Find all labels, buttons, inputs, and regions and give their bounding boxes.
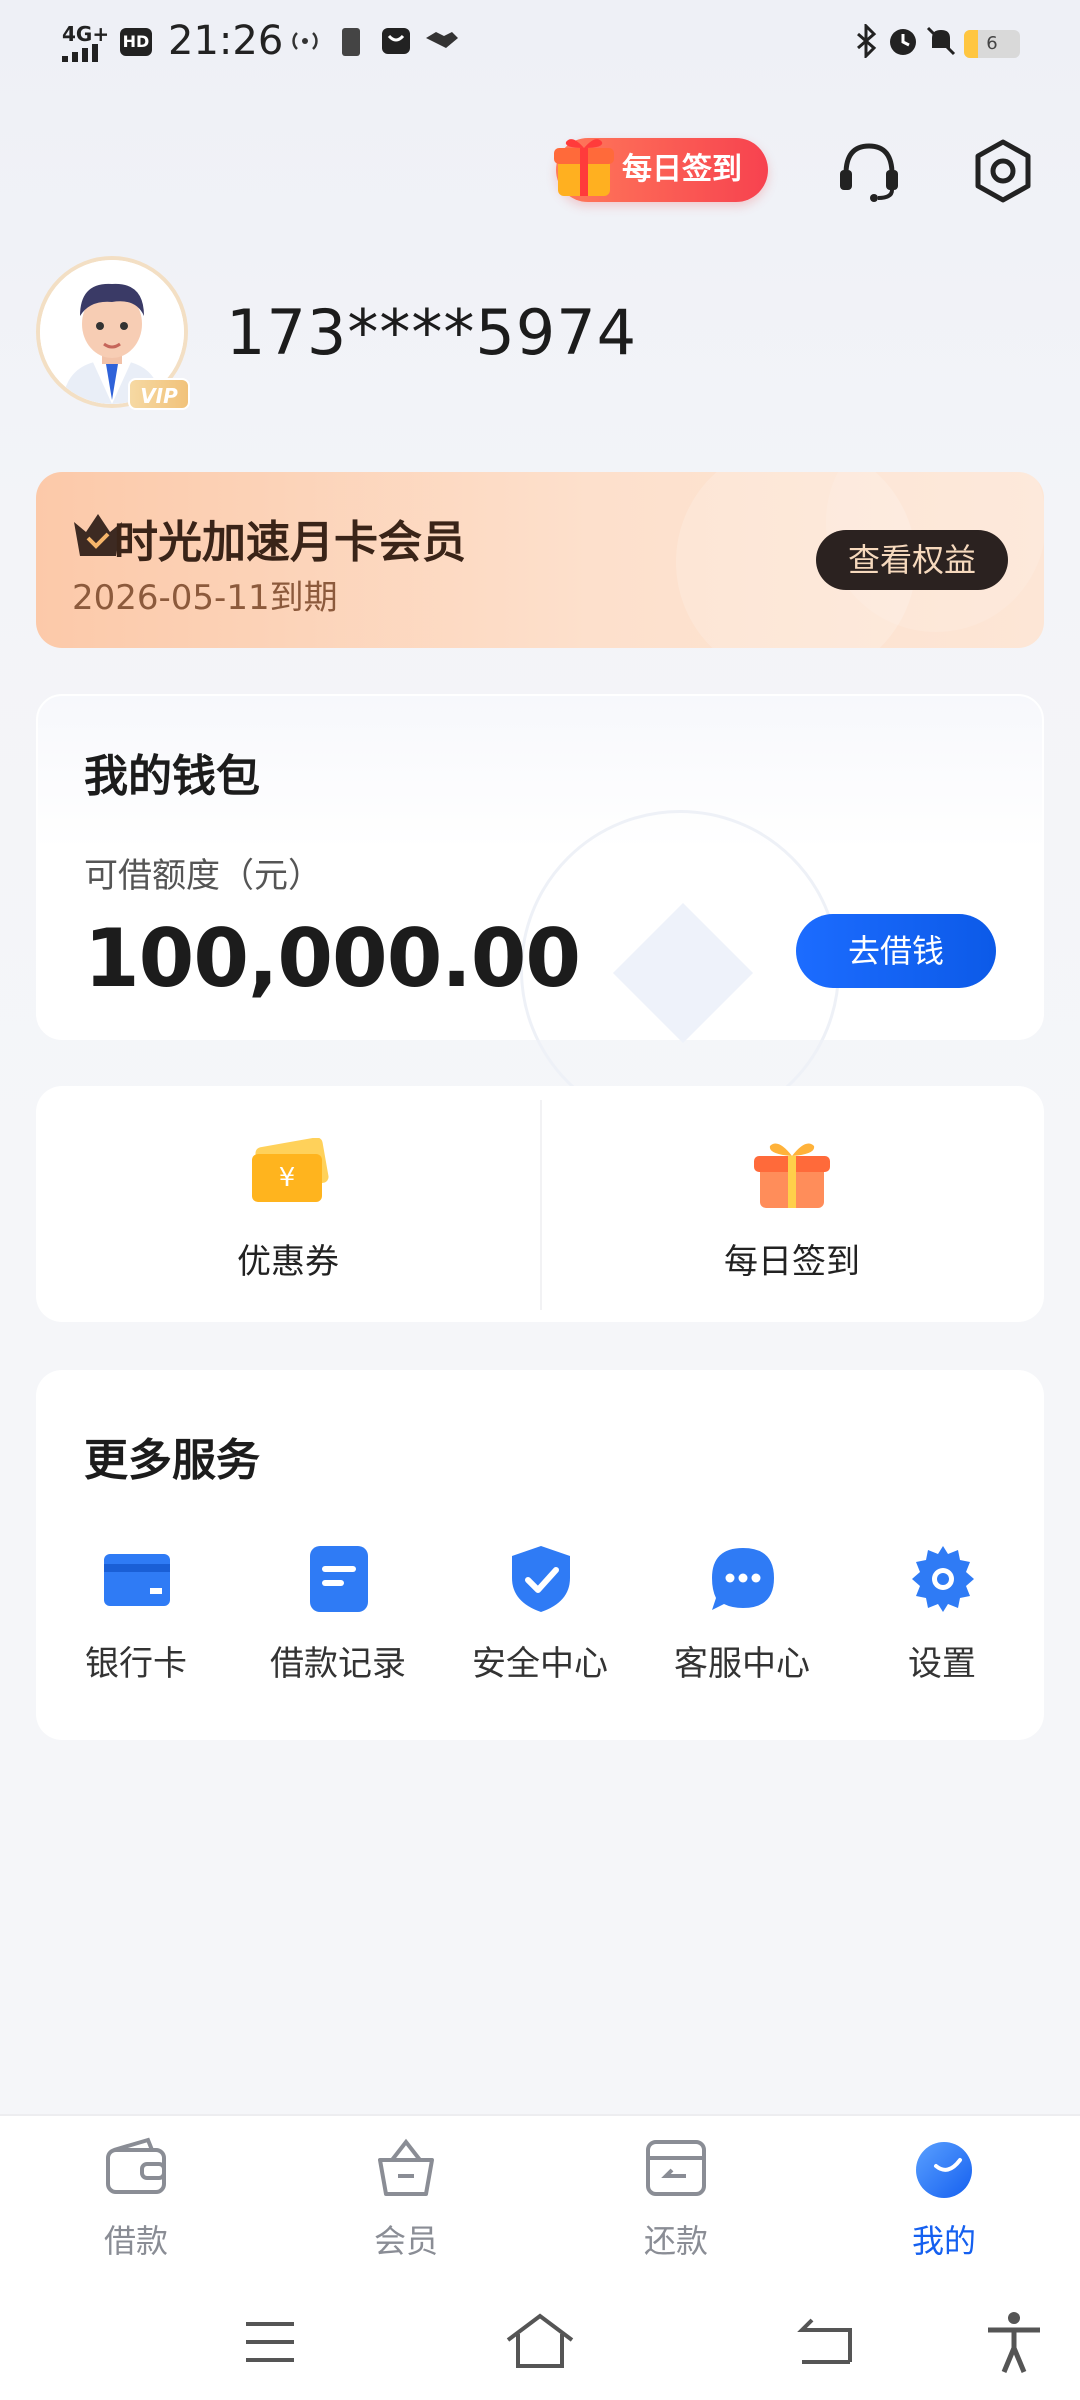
hotspot-icon <box>288 24 322 66</box>
bank-card-icon <box>102 1544 172 1614</box>
daily-checkin-label: 每日签到 <box>724 1242 860 1282</box>
coupon-label: 优惠券 <box>237 1242 339 1282</box>
clock: 21:26 <box>168 18 284 64</box>
nav-label: 还款 <box>643 2222 708 2260</box>
shopping-bag-icon <box>380 24 412 64</box>
borrow-button[interactable]: 去借钱 <box>796 914 996 988</box>
vip-badge: VIP <box>128 378 190 410</box>
wallet-title: 我的钱包 <box>84 751 260 802</box>
network-indicator: 4G+ <box>62 22 110 46</box>
customer-service-headset-icon[interactable] <box>834 136 904 206</box>
coupon-icon: ¥ <box>248 1137 330 1212</box>
shield-check-icon <box>506 1544 576 1614</box>
gift-icon <box>552 130 616 200</box>
more-services-title: 更多服务 <box>84 1435 260 1486</box>
mute-icon <box>924 24 958 66</box>
battery-icon: 6 <box>964 30 1020 58</box>
service-label: 客服中心 <box>674 1644 810 1684</box>
settings-gear-icon[interactable] <box>968 136 1038 206</box>
phone-number: 173****5974 <box>226 296 638 369</box>
nav-label: 会员 <box>373 2222 438 2260</box>
membership-title: 时光加速月卡会员 <box>114 517 466 568</box>
member-basket-icon <box>374 2136 438 2200</box>
nav-label: 借款 <box>103 2222 168 2260</box>
service-label: 安全中心 <box>472 1644 608 1684</box>
service-label: 银行卡 <box>85 1644 187 1684</box>
repay-icon <box>644 2136 708 2200</box>
service-label: 设置 <box>908 1644 976 1684</box>
back-icon[interactable] <box>792 2310 856 2374</box>
document-icon <box>304 1544 374 1614</box>
wallet-icon <box>104 2136 168 2200</box>
menu-icon[interactable] <box>238 2310 302 2374</box>
accessibility-icon[interactable] <box>982 2310 1046 2374</box>
view-rights-button[interactable]: 查看权益 <box>816 530 1008 590</box>
profile-face-icon <box>912 2136 976 2200</box>
sim-icon <box>340 24 362 66</box>
handshake-icon <box>424 24 460 64</box>
gift-icon <box>752 1136 832 1214</box>
signal-icon <box>62 44 106 66</box>
service-label: 借款记录 <box>270 1644 406 1684</box>
credit-limit-amount: 100,000.00 <box>84 912 581 1005</box>
membership-expiry: 2026-05-11到期 <box>72 578 338 618</box>
gear-icon <box>908 1544 978 1614</box>
bluetooth-icon <box>854 22 878 66</box>
status-bar: 4G+ HD 21:26 6 <box>0 0 1080 90</box>
nav-label: 我的 <box>911 2222 976 2260</box>
svg-text:¥: ¥ <box>279 1163 296 1193</box>
hd-icon: HD <box>120 28 152 56</box>
alarm-icon <box>886 24 920 66</box>
credit-limit-label: 可借额度（元） <box>84 856 322 896</box>
chat-bubble-icon <box>708 1544 778 1614</box>
home-icon[interactable] <box>504 2310 574 2374</box>
